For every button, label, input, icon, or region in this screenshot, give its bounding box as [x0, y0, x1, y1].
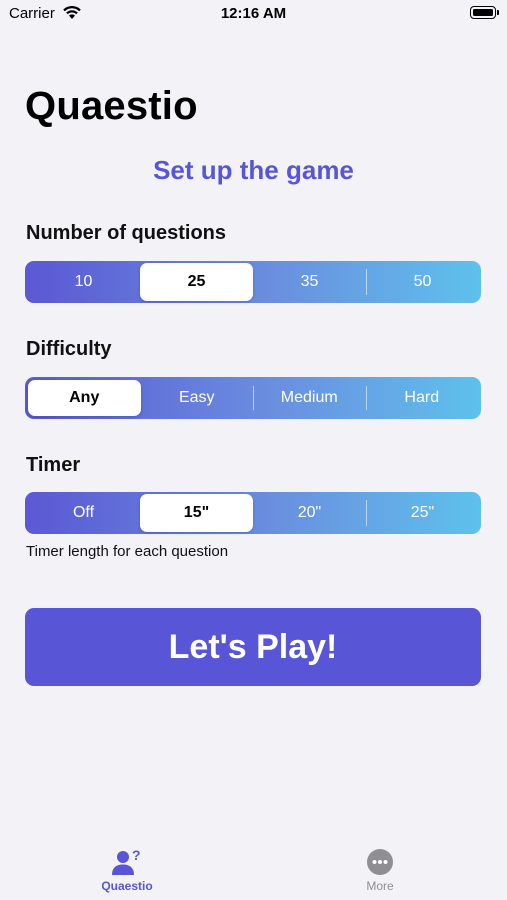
setup-subtitle: Set up the game: [153, 155, 354, 185]
battery-icon: [470, 6, 499, 19]
difficulty-option-any[interactable]: Any: [28, 380, 141, 416]
person-question-icon: ?: [112, 848, 141, 875]
more-icon: [367, 849, 393, 875]
timer-option-20[interactable]: 20": [253, 494, 366, 532]
timer-option-25[interactable]: 25": [366, 494, 479, 532]
difficulty-option-medium[interactable]: Medium: [253, 380, 366, 416]
timer-label: Timer: [26, 454, 81, 476]
questions-segmented-control[interactable]: 10 25 35 50: [25, 261, 481, 303]
clock: 12:16 AM: [220, 5, 287, 22]
tab-bar: ? Quaestio More: [0, 836, 507, 900]
questions-option-35[interactable]: 35: [253, 263, 366, 301]
difficulty-segmented-control[interactable]: Any Easy Medium Hard: [25, 377, 481, 419]
tab-quaestio-label: Quaestio: [101, 879, 153, 893]
timer-option-off[interactable]: Off: [27, 494, 140, 532]
questions-option-50[interactable]: 50: [366, 263, 479, 301]
timer-helper-text: Timer length for each question: [26, 543, 229, 560]
page-title: Quaestio: [25, 84, 198, 128]
tab-more[interactable]: More: [300, 836, 460, 893]
difficulty-option-hard[interactable]: Hard: [365, 380, 479, 416]
questions-option-25[interactable]: 25: [140, 263, 253, 301]
difficulty-label: Difficulty: [26, 338, 112, 360]
svg-text:?: ?: [132, 848, 141, 863]
status-bar: Carrier 12:16 AM: [0, 0, 507, 28]
lets-play-button[interactable]: Let's Play!: [25, 608, 481, 686]
questions-option-10[interactable]: 10: [27, 263, 140, 301]
difficulty-option-easy[interactable]: Easy: [141, 380, 254, 416]
timer-segmented-control[interactable]: Off 15" 20" 25": [25, 492, 481, 534]
tab-quaestio[interactable]: ? Quaestio: [47, 836, 207, 893]
tab-more-label: More: [366, 879, 394, 893]
timer-option-15[interactable]: 15": [140, 494, 253, 532]
questions-label: Number of questions: [26, 222, 227, 244]
